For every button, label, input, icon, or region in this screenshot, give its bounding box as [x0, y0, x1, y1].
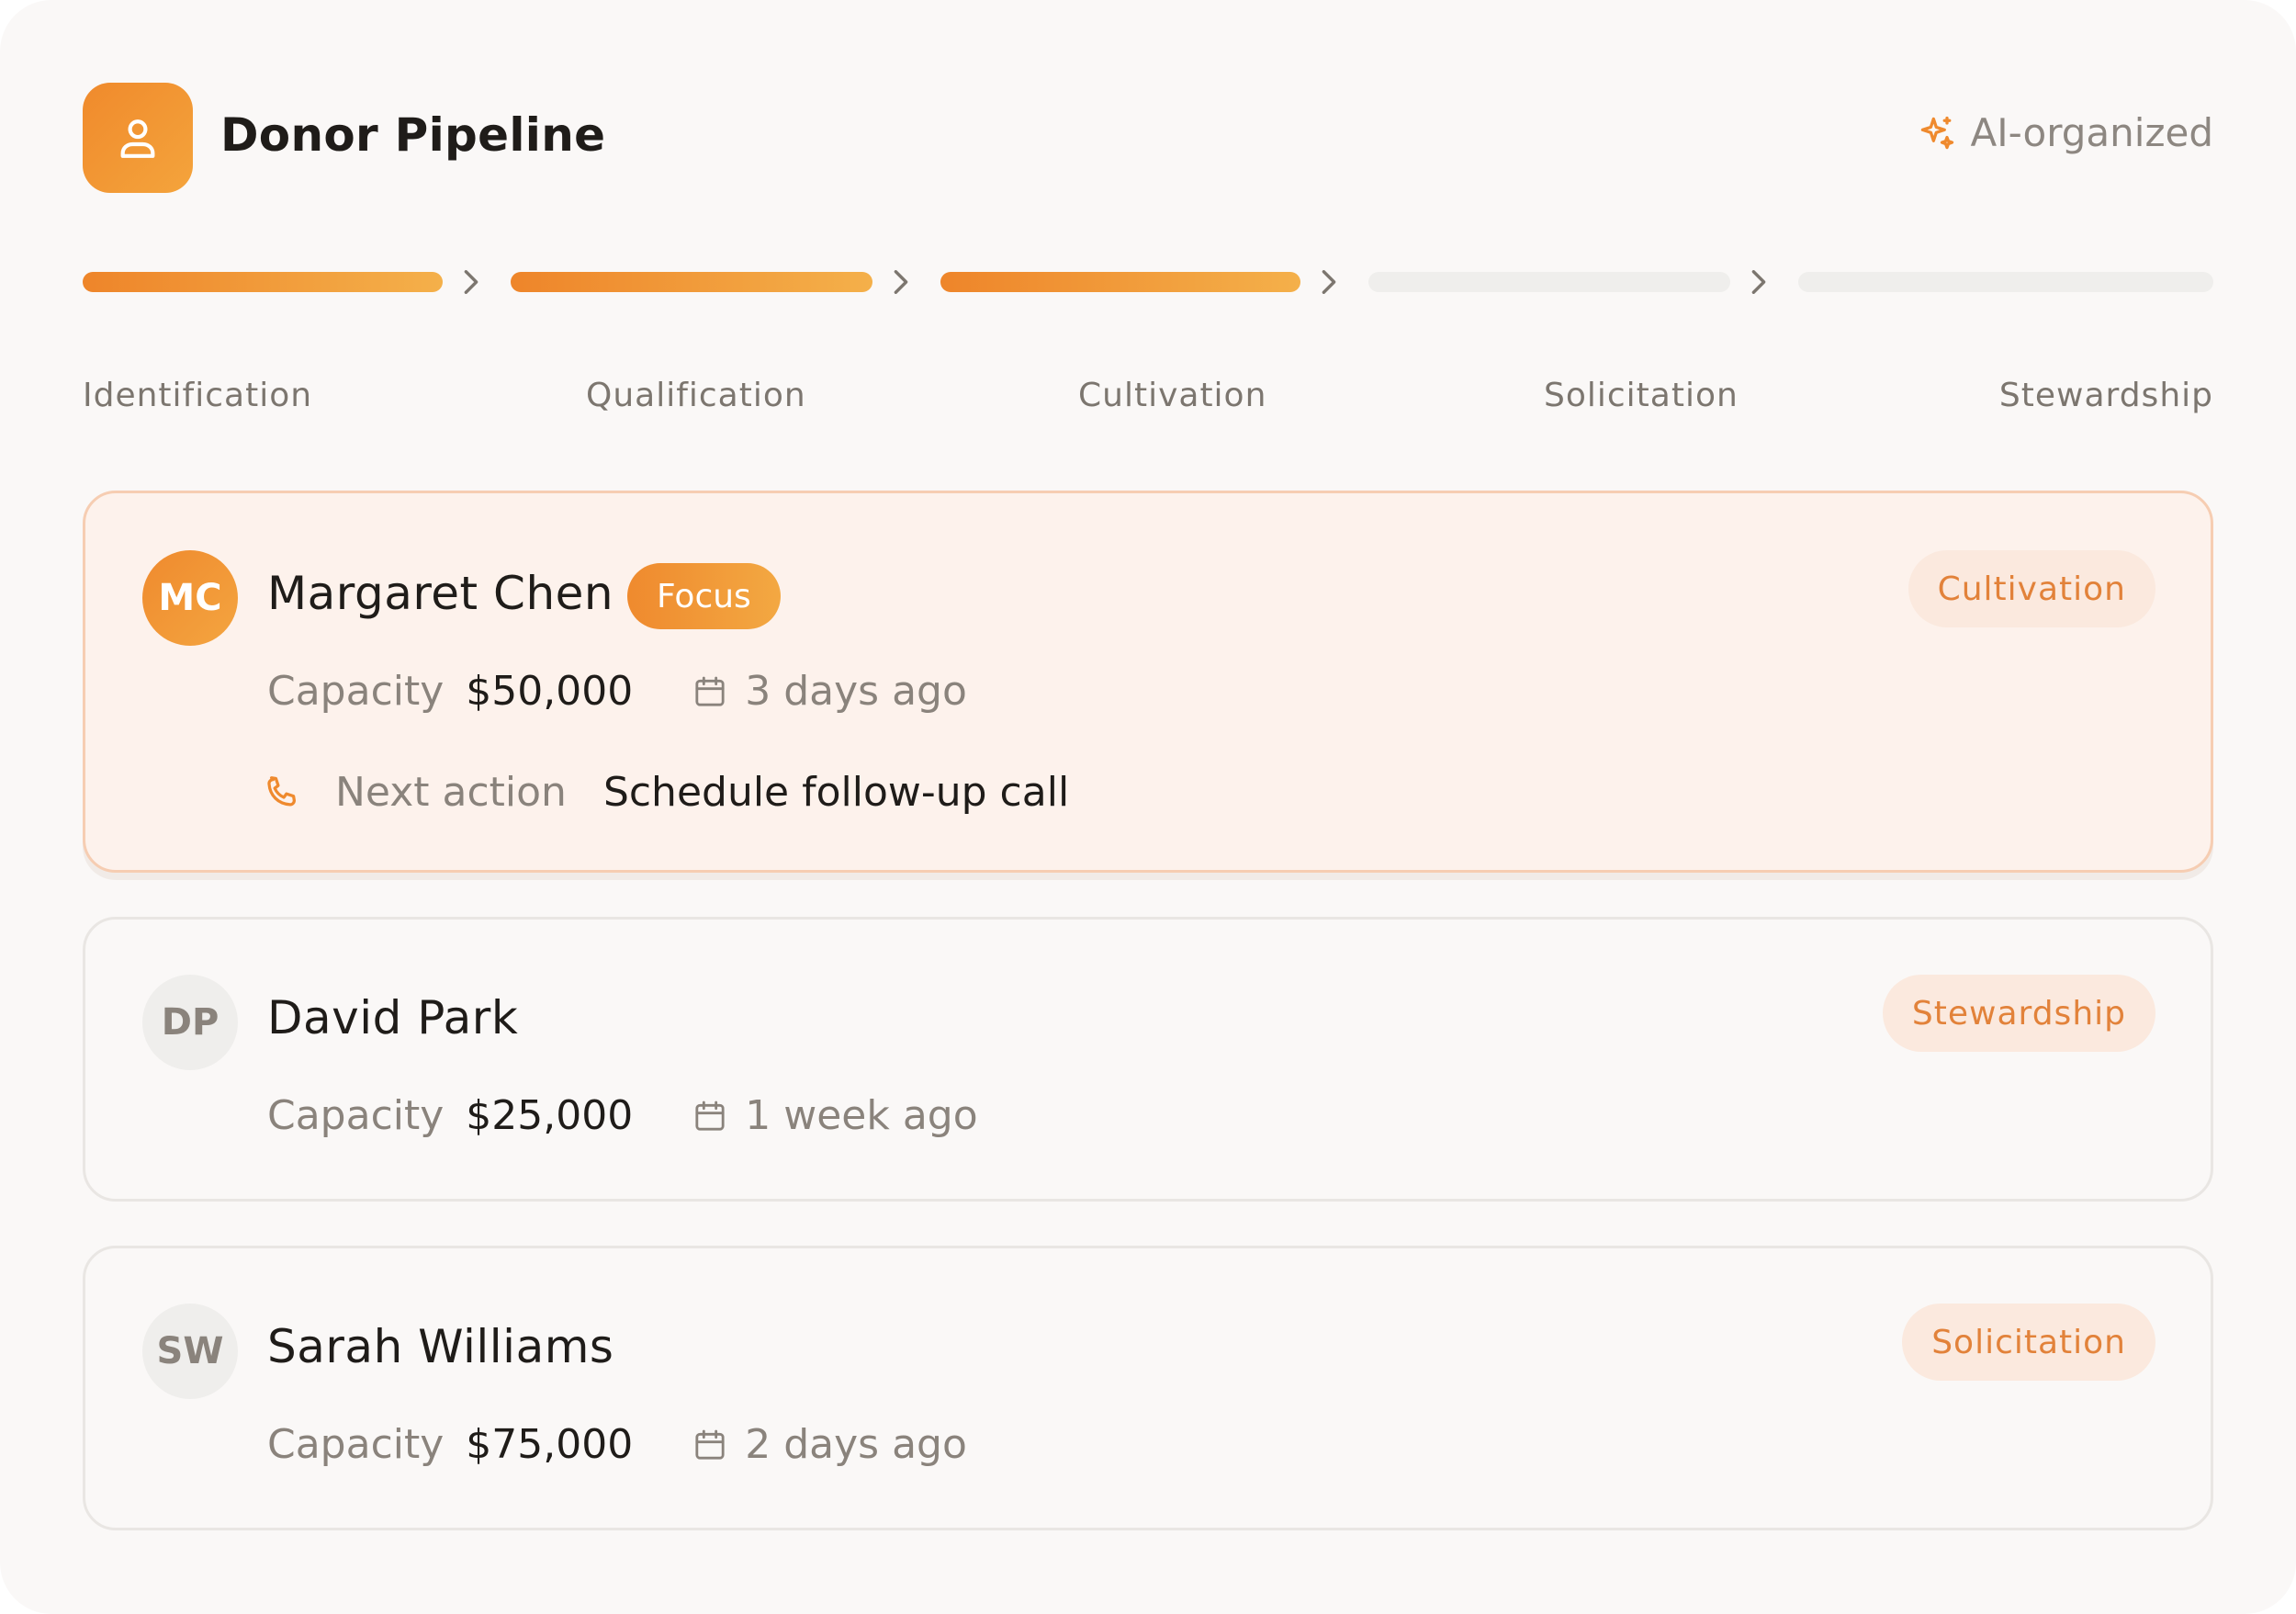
donor-pipeline-panel: Donor Pipeline AI-organized Identificati… [0, 0, 2296, 1614]
donor-name: David Park [267, 991, 519, 1044]
last-contact: 2 days ago [692, 1421, 967, 1468]
stage-label-cultivation: Cultivation [1078, 377, 1267, 414]
focus-badge: Focus [627, 563, 781, 629]
capacity-label: Capacity [267, 1092, 445, 1139]
donor-card-david-park[interactable]: DP David Park Stewardship Capacity $25,0… [83, 917, 2213, 1202]
last-contact-text: 1 week ago [745, 1092, 978, 1139]
app-icon [83, 83, 193, 193]
capacity-value: $25,000 [466, 1092, 634, 1139]
donor-name: Sarah Williams [267, 1320, 614, 1373]
user-icon [120, 119, 155, 158]
stage-label-identification: Identification [83, 377, 313, 414]
sparkle-icon [1921, 116, 1954, 149]
chevron-right-icon [887, 266, 915, 298]
stage-progress-qualification [511, 272, 872, 292]
avatar: DP [142, 975, 238, 1070]
next-action-row: Next action Schedule follow-up call [260, 769, 1069, 816]
chevron-right-icon [1315, 266, 1343, 298]
last-contact-text: 2 days ago [745, 1421, 967, 1468]
ai-organized-label: AI-organized [1970, 110, 2213, 155]
calendar-icon [695, 1100, 725, 1131]
donor-meta-row: Capacity $75,000 2 days ago [267, 1421, 967, 1468]
capacity-value: $75,000 [466, 1421, 634, 1468]
stage-progress-stewardship [1798, 272, 2213, 292]
capacity-value: $50,000 [466, 668, 634, 715]
chevron-right-icon [457, 266, 485, 298]
stage-badge: Solicitation [1902, 1304, 2155, 1381]
last-contact: 1 week ago [692, 1092, 978, 1139]
stage-progress-cultivation [940, 272, 1300, 292]
donor-name: Margaret Chen [267, 567, 614, 620]
next-action-label: Next action [335, 769, 567, 816]
avatar: SW [142, 1304, 238, 1399]
donor-meta-row: Capacity $50,000 3 days ago [267, 668, 967, 715]
calendar-icon [695, 1429, 725, 1460]
stage-label-qualification: Qualification [586, 377, 806, 414]
next-action-value: Schedule follow-up call [602, 769, 1070, 816]
avatar: MC [142, 550, 238, 646]
stage-badge: Cultivation [1908, 550, 2155, 627]
stage-label-solicitation: Solicitation [1544, 377, 1739, 414]
phone-icon [267, 775, 297, 806]
capacity-label: Capacity [267, 668, 445, 715]
calendar-icon [695, 676, 725, 706]
donor-meta-row: Capacity $25,000 1 week ago [267, 1092, 978, 1139]
donor-card-margaret-chen[interactable]: MC Margaret Chen Focus Cultivation Capac… [83, 491, 2213, 873]
stage-progress-identification [83, 272, 443, 292]
stage-progress-solicitation [1368, 272, 1730, 292]
chevron-right-icon [1745, 266, 1773, 298]
ai-organized-indicator: AI-organized [1917, 110, 2213, 155]
page-title: Donor Pipeline [220, 108, 606, 162]
last-contact: 3 days ago [692, 668, 967, 715]
stage-label-stewardship: Stewardship [1998, 377, 2213, 414]
last-contact-text: 3 days ago [745, 668, 967, 715]
donor-card-sarah-williams[interactable]: SW Sarah Williams Solicitation Capacity … [83, 1246, 2213, 1530]
stage-badge: Stewardship [1882, 975, 2155, 1052]
capacity-label: Capacity [267, 1421, 445, 1468]
